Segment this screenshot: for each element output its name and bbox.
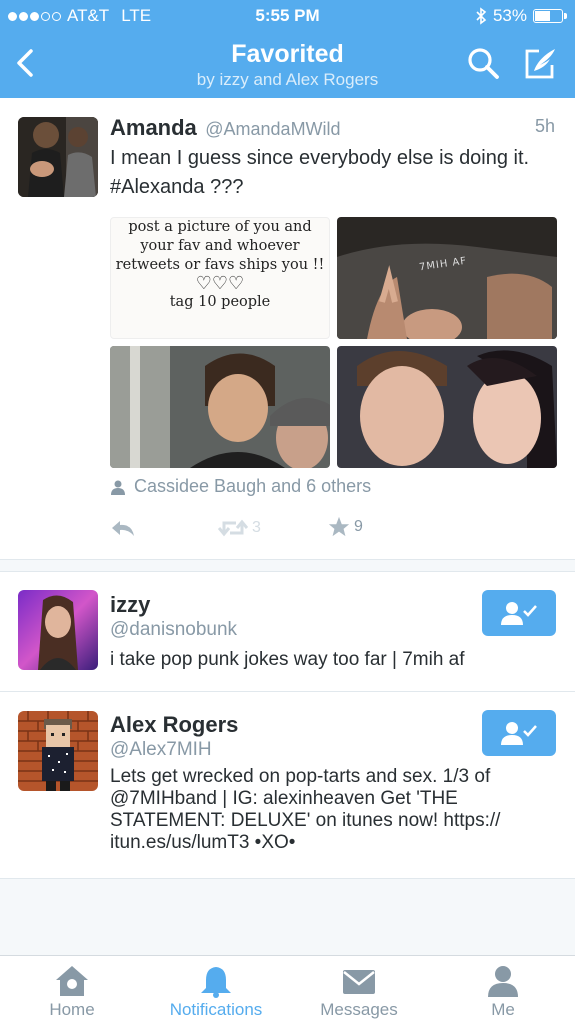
avatar[interactable]: [18, 117, 98, 197]
nav-header: AT&T LTE 5:55 PM 53% Favorited by izzy a…: [0, 0, 575, 98]
person-checkmark-icon: [501, 602, 537, 625]
tab-label: Notifications: [169, 1000, 263, 1019]
author-name[interactable]: Amanda: [110, 115, 197, 140]
compose-tweet-icon[interactable]: [523, 46, 557, 80]
user-row[interactable]: izzy @danisnobunk i take pop punk jokes …: [0, 571, 575, 692]
person-icon: [488, 966, 518, 997]
battery-icon: [533, 9, 567, 23]
bio-line: @7MIHband | IG: alexinheaven Get 'THE: [110, 788, 458, 809]
tab-bar: Home Notifications Messages Me: [0, 955, 575, 1024]
tweet-photo-2[interactable]: 7MIH AF: [337, 217, 557, 339]
retweet-count: 3: [252, 519, 261, 536]
person-checkmark-icon: [501, 722, 537, 745]
following-button[interactable]: [482, 590, 556, 636]
tab-home[interactable]: Home: [0, 956, 144, 1024]
person-icon: [111, 480, 125, 495]
user-handle[interactable]: @Alex7MIH: [110, 739, 212, 761]
bluetooth-icon: [476, 7, 487, 25]
following-button[interactable]: [482, 710, 556, 756]
user-row[interactable]: Alex Rogers @Alex7MIH Lets get wrecked o…: [0, 691, 575, 879]
star-icon: [328, 516, 350, 537]
author-handle[interactable]: @AmandaMWild: [205, 119, 340, 139]
tweet-text: I mean I guess since everybody else is d…: [110, 147, 530, 198]
envelope-icon: [343, 970, 375, 994]
bell-icon: [201, 967, 231, 998]
favorite-count: 9: [354, 518, 363, 535]
tweet-photo-4[interactable]: [337, 346, 557, 468]
avatar[interactable]: [18, 590, 98, 670]
reply-icon: [112, 521, 134, 536]
avatar[interactable]: [18, 711, 98, 791]
bio-line: Lets get wrecked on pop-tarts and sex. 1…: [110, 766, 491, 787]
status-bar: AT&T LTE 5:55 PM 53%: [0, 6, 575, 28]
meme-line: post a picture of you and: [128, 219, 312, 235]
bio-line: itun.es/us/lumT3 •XO•: [110, 832, 296, 853]
user-handle[interactable]: @danisnobunk: [110, 619, 237, 641]
retweet-button[interactable]: 3: [218, 518, 261, 538]
meme-line: ♡♡♡: [195, 273, 245, 294]
home-icon: [56, 966, 88, 996]
tab-label: Home: [49, 1000, 95, 1019]
tab-me[interactable]: Me: [431, 956, 575, 1024]
tweet-photo-3[interactable]: [110, 346, 330, 468]
user-bio: i take pop punk jokes way too far | 7mih…: [110, 649, 465, 670]
reply-button[interactable]: [110, 518, 136, 538]
search-icon[interactable]: [466, 46, 500, 80]
meme-line: tag 10 people: [169, 294, 271, 310]
bio-line: STATEMENT: DELUXE' on itunes now! https:…: [110, 810, 501, 831]
favorite-button[interactable]: 9: [328, 516, 363, 538]
retweet-icon: [218, 519, 248, 537]
tab-label: Messages: [320, 1000, 398, 1019]
tweet-author: Amanda @AmandaMWild: [110, 115, 341, 141]
user-name[interactable]: izzy: [110, 592, 150, 618]
user-bio: Lets get wrecked on pop-tarts and sex. 1…: [110, 766, 500, 854]
battery-percent: 53%: [492, 6, 527, 25]
tweet-photo-1[interactable]: post a picture of you and your fav and w…: [110, 217, 330, 339]
social-context-label: Cassidee Baugh and 6 others: [134, 476, 372, 496]
user-name[interactable]: Alex Rogers: [110, 712, 238, 738]
tweet-timestamp: 5h: [534, 116, 555, 136]
social-context[interactable]: Cassidee Baugh and 6 others: [110, 476, 371, 497]
tab-messages[interactable]: Messages: [287, 956, 431, 1024]
tweet-card[interactable]: Amanda @AmandaMWild 5h I mean I guess si…: [0, 98, 575, 560]
meme-line: your fav and whoever: [140, 238, 300, 254]
tab-label: Me: [491, 1000, 515, 1019]
tab-notifications[interactable]: Notifications: [144, 956, 288, 1024]
